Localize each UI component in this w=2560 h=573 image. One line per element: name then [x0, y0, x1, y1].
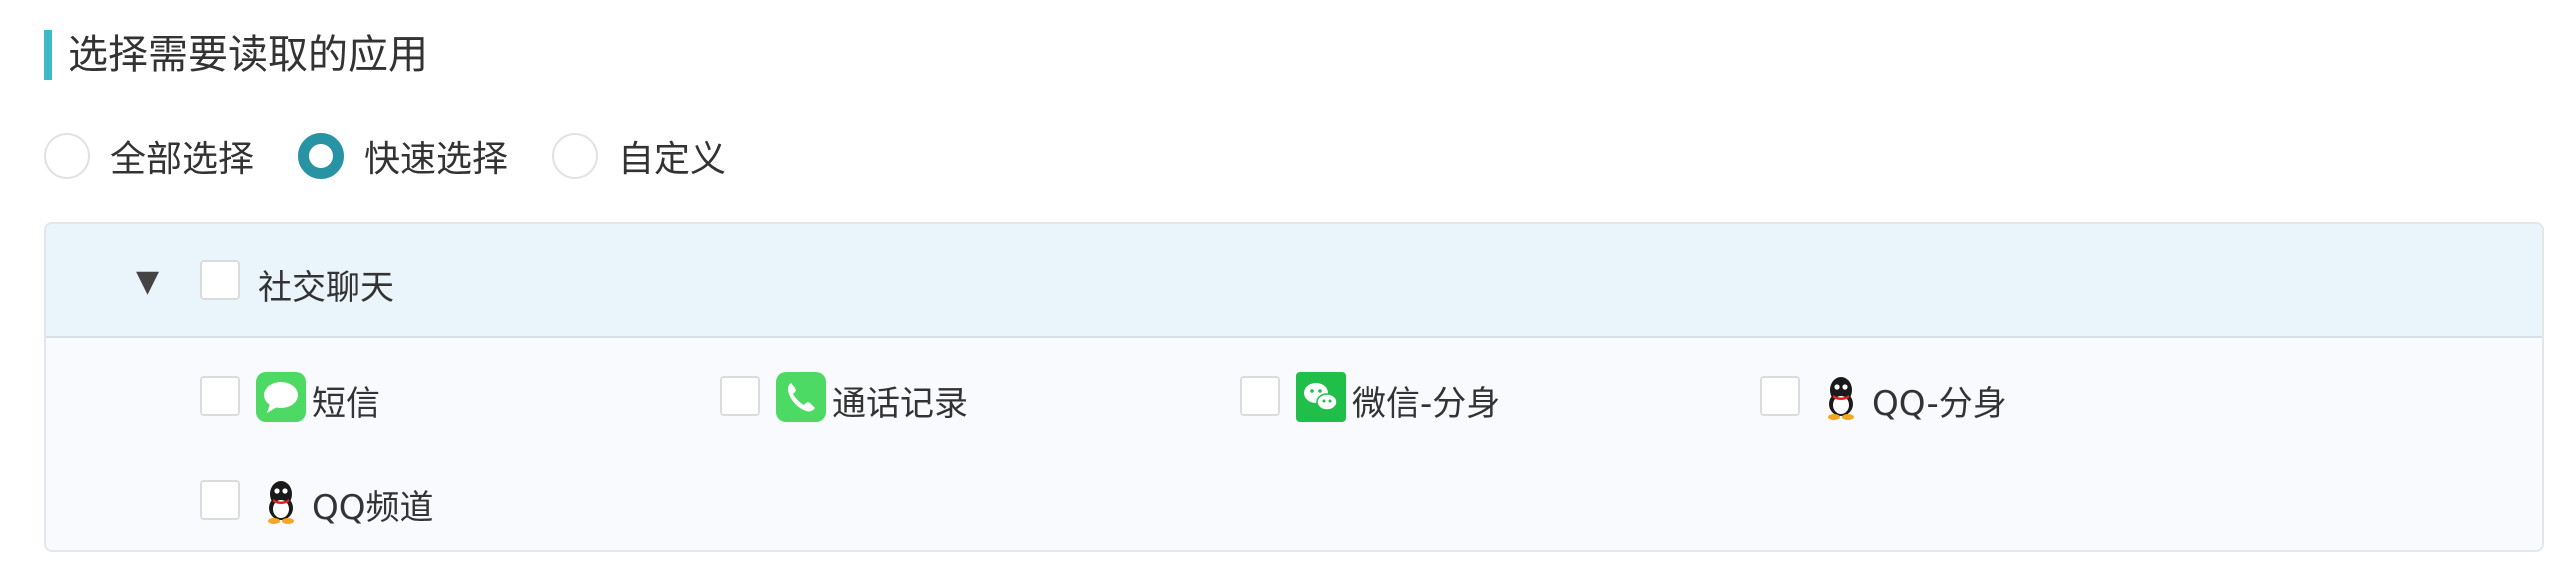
qq-icon — [268, 481, 294, 524]
group-header-social-chat: ▼ 社交聊天 — [46, 224, 2542, 338]
section-title-text: 选择需要读取的应用 — [68, 32, 428, 78]
app-checkbox[interactable] — [200, 376, 240, 416]
group-checkbox[interactable] — [200, 260, 240, 300]
app-label: 微信-分身 — [1352, 384, 1501, 424]
phone-icon — [776, 372, 826, 422]
app-checkbox[interactable] — [720, 376, 760, 416]
radio-checked-icon[interactable] — [298, 133, 345, 179]
app-checkbox[interactable] — [1760, 376, 1800, 416]
radio-circle-icon[interactable] — [552, 133, 599, 179]
app-checkbox[interactable] — [1240, 376, 1280, 416]
radio-circle-icon[interactable] — [44, 133, 90, 179]
radio-select-all[interactable]: 全部选择 — [44, 130, 254, 182]
radio-select-all-label[interactable]: 全部选择 — [110, 130, 254, 182]
app-checkbox[interactable] — [200, 480, 240, 520]
selection-mode-radio-group: 全部选择 快速选择 自定义 — [44, 126, 770, 186]
qq-icon — [1828, 377, 1854, 420]
radio-custom-label[interactable]: 自定义 — [618, 130, 726, 182]
app-selection-panel: ▼ 社交聊天 短信 通话记录 微信-分身 QQ-分身 QQ频道 — [44, 222, 2544, 552]
collapse-triangle-icon[interactable]: ▼ — [136, 264, 159, 299]
group-label: 社交聊天 — [258, 268, 394, 308]
app-label: QQ频道 — [312, 488, 434, 528]
radio-quick-select-label[interactable]: 快速选择 — [364, 130, 508, 182]
app-label: 通话记录 — [832, 384, 968, 424]
title-accent-bar — [44, 30, 52, 80]
wechat-icon — [1296, 372, 1346, 422]
section-title: 选择需要读取的应用 — [44, 30, 428, 80]
app-label: QQ-分身 — [1872, 384, 2007, 424]
radio-quick-select[interactable]: 快速选择 — [298, 130, 508, 182]
radio-custom[interactable]: 自定义 — [552, 130, 726, 182]
message-icon — [256, 372, 306, 422]
app-label: 短信 — [312, 384, 380, 424]
